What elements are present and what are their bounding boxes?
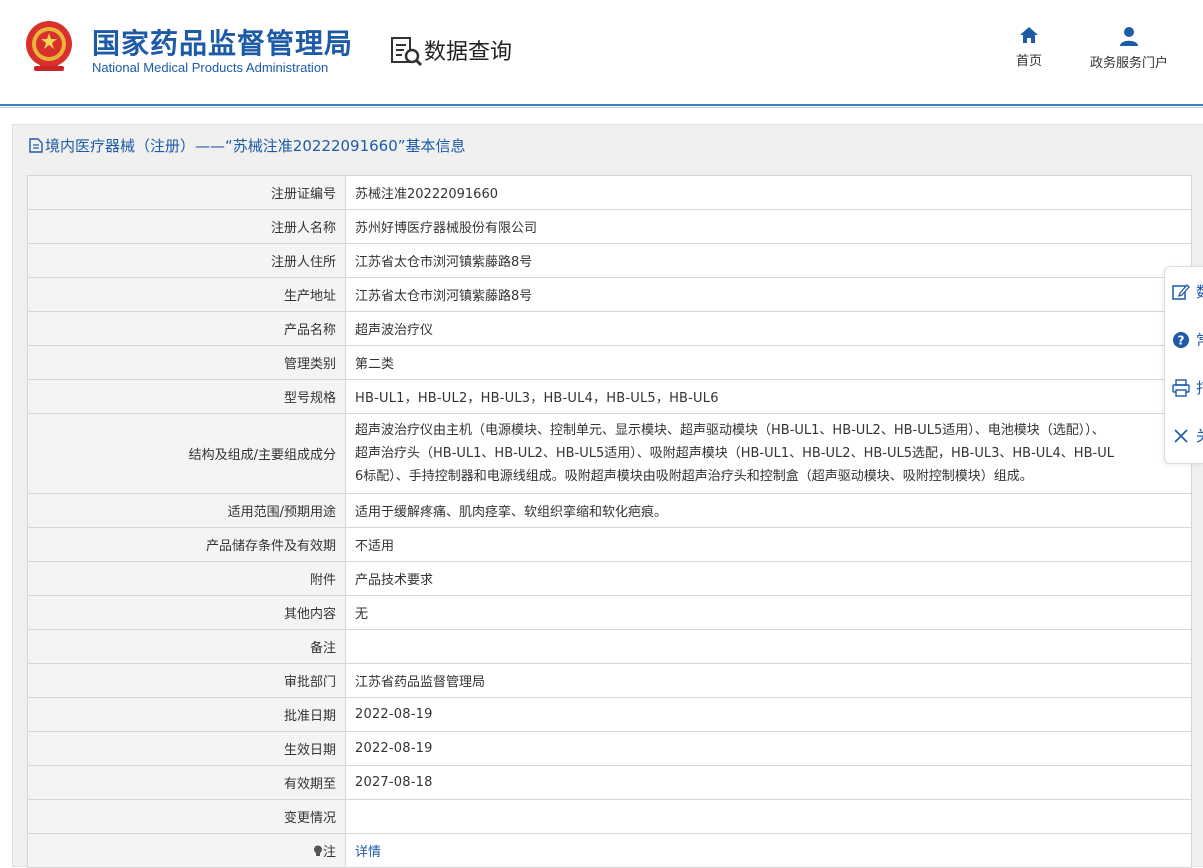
nav-home-link[interactable]: 首页 bbox=[1010, 26, 1048, 69]
row-label: 结构及组成/主要组成成分 bbox=[27, 413, 346, 494]
close-icon bbox=[1174, 429, 1188, 443]
row-value bbox=[345, 799, 1192, 834]
table-row: 型号规格 HB-UL1，HB-UL2，HB-UL3，HB-UL4，HB-UL5，… bbox=[27, 379, 1192, 414]
site-header: 国家药品监督管理局 National Medical Products Admi… bbox=[0, 0, 1203, 104]
row-label: 产品储存条件及有效期 bbox=[27, 527, 346, 562]
header-divider-thin bbox=[0, 107, 1203, 108]
nav-portal-label: 政务服务门户 bbox=[1089, 56, 1168, 71]
table-row: 注册人住所 江苏省太仓市浏河镇紫藤路8号 bbox=[27, 243, 1192, 278]
row-label: 有效期至 bbox=[27, 765, 346, 800]
row-label: 产品名称 bbox=[27, 311, 346, 346]
row-label: 注册证编号 bbox=[27, 175, 346, 210]
registration-info-table: 注册证编号 苏械注准20222091660 注册人名称 苏州好博医疗器械股份有限… bbox=[27, 175, 1192, 868]
side-item-label: 关 bbox=[1196, 425, 1203, 446]
row-label: 其他内容 bbox=[27, 595, 346, 630]
row-value: 超声波治疗仪由主机（电源模块、控制单元、显示模块、超声驱动模块（HB-UL1、H… bbox=[345, 413, 1192, 494]
svg-text:?: ? bbox=[1178, 334, 1185, 348]
row-label: 变更情况 bbox=[27, 799, 346, 834]
printer-icon bbox=[1172, 379, 1190, 397]
row-value: HB-UL1，HB-UL2，HB-UL3，HB-UL4，HB-UL5，HB-UL… bbox=[345, 379, 1192, 414]
side-item-close[interactable]: 关 bbox=[1172, 421, 1203, 451]
row-value: 江苏省太仓市浏河镇紫藤路8号 bbox=[345, 277, 1192, 312]
table-row: 其他内容 无 bbox=[27, 595, 1192, 630]
org-name-cn: 国家药品监督管理局 bbox=[92, 27, 354, 60]
row-label: 生效日期 bbox=[27, 731, 346, 766]
data-query-title: 数据查询 bbox=[424, 40, 513, 65]
row-value bbox=[345, 629, 1192, 664]
row-value: 不适用 bbox=[345, 527, 1192, 562]
note-label: 注 bbox=[322, 845, 336, 860]
edit-icon bbox=[1172, 284, 1190, 300]
table-row: 管理类别 第二类 bbox=[27, 345, 1192, 380]
table-row: 结构及组成/主要组成成分 超声波治疗仪由主机（电源模块、控制单元、显示模块、超声… bbox=[27, 413, 1192, 494]
header-divider bbox=[0, 104, 1203, 106]
row-label: 批准日期 bbox=[27, 697, 346, 732]
value-line: 超声治疗头（HB-UL1、HB-UL2、HB-UL5适用）、吸附超声模块（HB-… bbox=[355, 446, 1114, 461]
side-item-faq[interactable]: ? 常 bbox=[1172, 325, 1203, 355]
row-value: 苏州好博医疗器械股份有限公司 bbox=[345, 209, 1192, 244]
floating-side-panel: 数 ? 常 打 关 bbox=[1164, 266, 1203, 464]
row-value: 无 bbox=[345, 595, 1192, 630]
side-item-label: 数 bbox=[1196, 281, 1203, 302]
table-row: 审批部门 江苏省药品监督管理局 bbox=[27, 663, 1192, 698]
row-value: 2022-08-19 bbox=[345, 731, 1192, 766]
section-title: 境内医疗器械（注册）——“苏械注准20222091660”基本信息 bbox=[29, 135, 466, 156]
side-item-label: 常 bbox=[1196, 329, 1203, 350]
home-icon bbox=[1020, 27, 1038, 43]
help-icon: ? bbox=[1173, 332, 1189, 348]
row-label: 备注 bbox=[27, 629, 346, 664]
row-value: 江苏省太仓市浏河镇紫藤路8号 bbox=[345, 243, 1192, 278]
row-label: 管理类别 bbox=[27, 345, 346, 380]
row-value: 超声波治疗仪 bbox=[345, 311, 1192, 346]
lightbulb-icon bbox=[313, 845, 322, 856]
row-value: 详情 bbox=[345, 833, 1192, 868]
data-query-icon bbox=[391, 37, 423, 67]
row-label: 生产地址 bbox=[27, 277, 346, 312]
table-row: 附件 产品技术要求 bbox=[27, 561, 1192, 596]
nav-portal-link[interactable]: 政务服务门户 bbox=[1082, 26, 1176, 71]
table-row: 批准日期 2022-08-19 bbox=[27, 697, 1192, 732]
table-row: 注 详情 bbox=[27, 833, 1192, 868]
value-line: 超声波治疗仪由主机（电源模块、控制单元、显示模块、超声驱动模块（HB-UL1、H… bbox=[355, 423, 1105, 438]
row-label-note: 注 bbox=[27, 833, 346, 868]
value-line: 6标配）、手持控制器和电源线组成。吸附超声模块由吸附超声治疗头和控制盒（超声驱动… bbox=[355, 469, 1033, 484]
row-value: 苏械注准20222091660 bbox=[345, 175, 1192, 210]
row-value: 2027-08-18 bbox=[345, 765, 1192, 800]
row-label: 审批部门 bbox=[27, 663, 346, 698]
table-row: 有效期至 2027-08-18 bbox=[27, 765, 1192, 800]
row-value: 产品技术要求 bbox=[345, 561, 1192, 596]
document-icon bbox=[29, 138, 43, 153]
table-row: 变更情况 bbox=[27, 799, 1192, 834]
details-link[interactable]: 详情 bbox=[355, 845, 381, 860]
table-row: 适用范围/预期用途 适用于缓解疼痛、肌肉痉挛、软组织挛缩和软化疤痕。 bbox=[27, 493, 1192, 528]
row-label: 附件 bbox=[27, 561, 346, 596]
row-label: 型号规格 bbox=[27, 379, 346, 414]
row-label: 适用范围/预期用途 bbox=[27, 493, 346, 528]
table-row: 生效日期 2022-08-19 bbox=[27, 731, 1192, 766]
table-row: 注册人名称 苏州好博医疗器械股份有限公司 bbox=[27, 209, 1192, 244]
row-label: 注册人住所 bbox=[27, 243, 346, 278]
table-row: 注册证编号 苏械注准20222091660 bbox=[27, 175, 1192, 210]
national-emblem-icon bbox=[26, 21, 72, 71]
table-row: 备注 bbox=[27, 629, 1192, 664]
side-item-data[interactable]: 数 bbox=[1172, 277, 1203, 307]
table-row: 产品储存条件及有效期 不适用 bbox=[27, 527, 1192, 562]
side-item-label: 打 bbox=[1196, 377, 1203, 398]
table-row: 生产地址 江苏省太仓市浏河镇紫藤路8号 bbox=[27, 277, 1192, 312]
table-row: 产品名称 超声波治疗仪 bbox=[27, 311, 1192, 346]
row-value: 适用于缓解疼痛、肌肉痉挛、软组织挛缩和软化疤痕。 bbox=[345, 493, 1192, 528]
user-icon bbox=[1120, 27, 1138, 46]
side-item-print[interactable]: 打 bbox=[1172, 373, 1203, 403]
row-value: 第二类 bbox=[345, 345, 1192, 380]
section-title-text: 境内医疗器械（注册）——“苏械注准20222091660”基本信息 bbox=[45, 137, 466, 155]
row-label: 注册人名称 bbox=[27, 209, 346, 244]
org-name-en: National Medical Products Administration bbox=[92, 60, 329, 75]
row-value: 江苏省药品监督管理局 bbox=[345, 663, 1192, 698]
nav-home-label: 首页 bbox=[1015, 54, 1042, 69]
row-value: 2022-08-19 bbox=[345, 697, 1192, 732]
